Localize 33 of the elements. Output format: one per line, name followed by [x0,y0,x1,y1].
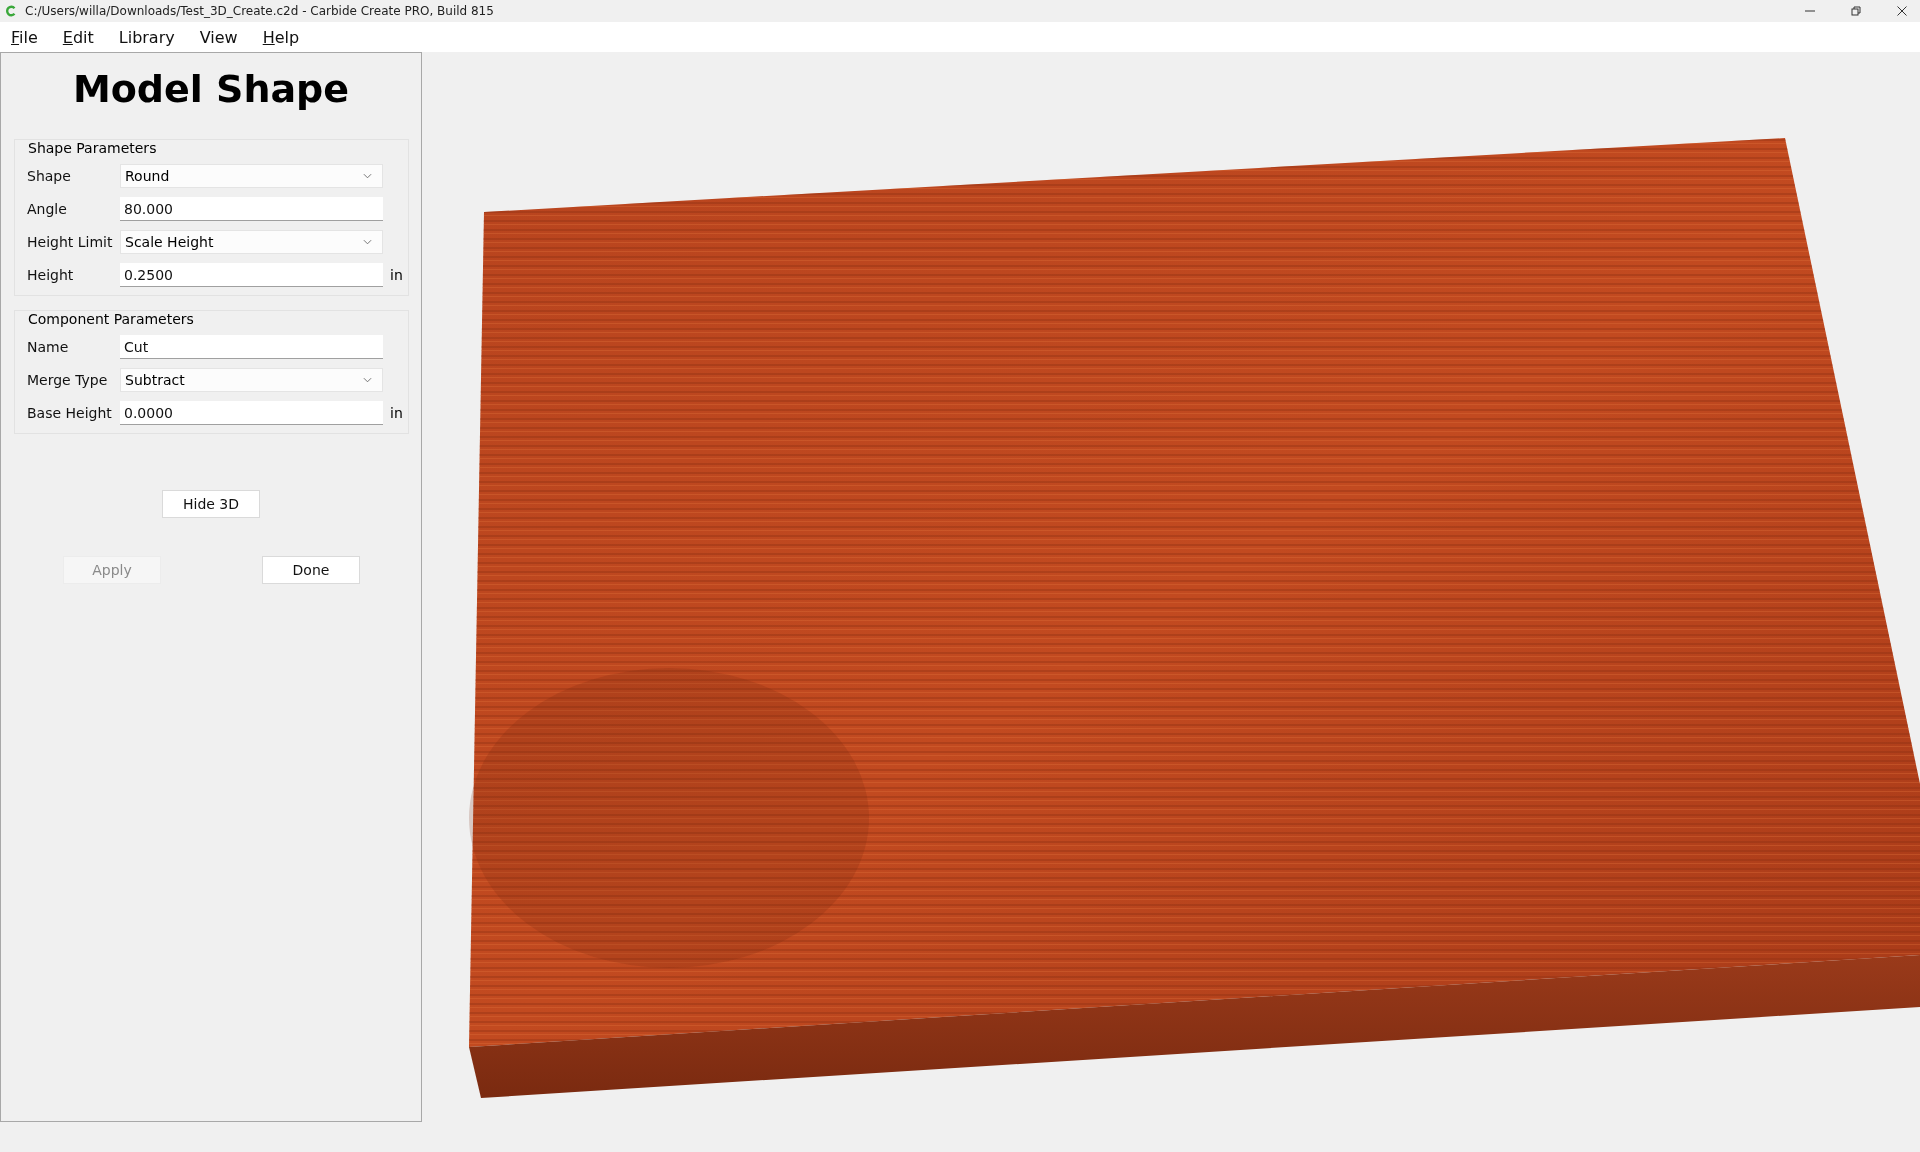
menu-item[interactable]: File [8,27,41,47]
group-title: Component Parameters [28,311,194,327]
chevron-down-icon [363,239,372,245]
menu-item[interactable]: Help [259,27,303,47]
app-logo-icon [5,5,17,17]
input-field[interactable]: 80.000 [120,197,383,221]
input-field[interactable]: Cut [120,335,383,359]
menu-item[interactable]: Library [115,27,178,47]
field-label: Merge Type [27,372,109,388]
chevron-down-icon [363,173,372,179]
button[interactable]: Done [262,556,360,584]
close-icon[interactable] [1896,5,1908,17]
chevron-down-icon [363,377,372,383]
input-field[interactable]: 0.0000 [120,401,383,425]
dropdown[interactable]: Subtract [120,368,383,392]
input-field[interactable]: 0.2500 [120,263,383,287]
field-label: Shape [27,168,72,184]
field-label: Base Height [27,405,113,421]
group-title: Shape Parameters [28,140,157,156]
panel-heading: Model Shape [72,67,350,111]
window-title: C:/Users/willa/Downloads/Test_3D_Create.c2d - Carbide Create PRO, Build 815 [25,4,495,18]
menu-item[interactable]: Edit [59,27,97,47]
field-label: Name [27,339,70,355]
menu-item[interactable]: View [196,27,241,47]
restore-icon[interactable] [1850,5,1862,17]
field-label: Height Limit [27,234,113,250]
unit-label: in [390,267,404,283]
dropdown[interactable]: Round [120,164,383,188]
field-label: Height [27,267,75,283]
field-label: Angle [27,201,68,217]
button[interactable]: Hide 3D [162,490,260,518]
unit-label: in [390,405,404,421]
dropdown[interactable]: Scale Height [120,230,383,254]
